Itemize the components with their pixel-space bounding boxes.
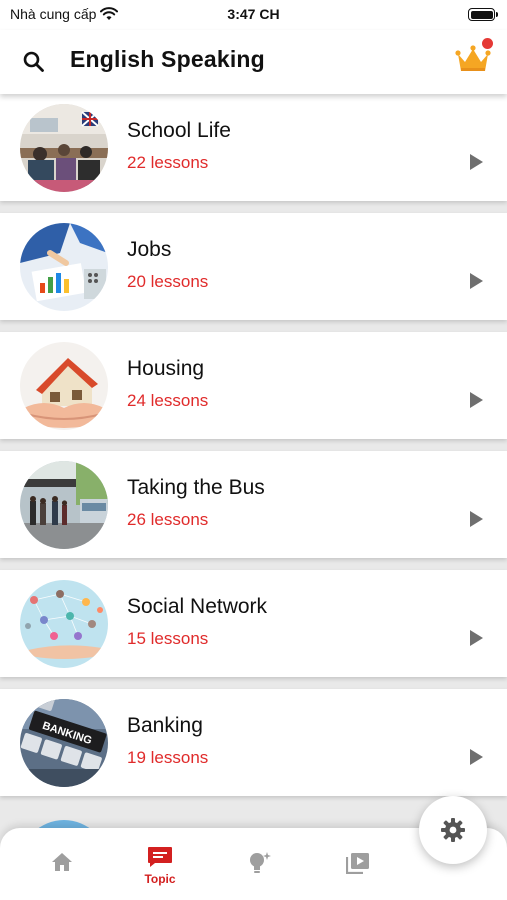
video-library-icon xyxy=(346,853,369,874)
nav-topic[interactable]: Topic xyxy=(130,846,190,886)
topic-title: Banking xyxy=(127,714,203,737)
business-charts-photo xyxy=(20,223,108,311)
house-in-hands-photo xyxy=(20,342,108,430)
status-bar: Nhà cung cấp 3:47 CH xyxy=(0,0,507,30)
page-title: English Speaking xyxy=(70,46,265,72)
banking-keyboard-photo: BANKING xyxy=(20,699,108,787)
topic-title: Social Network xyxy=(127,595,268,618)
social-network-photo xyxy=(20,580,108,668)
nav-videos[interactable] xyxy=(328,852,388,874)
topic-card-taking-the-bus[interactable]: Taking the Bus 26 lessons xyxy=(0,451,507,558)
topic-card-social-network[interactable]: Social Network 15 lessons xyxy=(0,570,507,677)
nav-topic-label: Topic xyxy=(144,872,176,886)
play-icon[interactable] xyxy=(470,273,483,289)
lightbulb-icon xyxy=(250,852,271,873)
lesson-count: 20 lessons xyxy=(127,272,209,291)
status-time: 3:47 CH xyxy=(227,6,280,22)
gear-icon xyxy=(441,818,465,842)
battery-icon xyxy=(468,8,498,21)
topic-list: School Life 22 lessons Jobs 20 lessons H… xyxy=(0,94,507,808)
topic-thumbnail xyxy=(20,580,108,668)
topic-card-jobs[interactable]: Jobs 20 lessons xyxy=(0,213,507,320)
home-icon xyxy=(52,853,72,871)
topic-title: Taking the Bus xyxy=(127,476,265,499)
notification-dot xyxy=(482,38,493,49)
nav-home[interactable] xyxy=(32,852,92,872)
lesson-count: 24 lessons xyxy=(127,391,209,410)
nav-ideas[interactable] xyxy=(229,850,289,876)
play-icon[interactable] xyxy=(470,630,483,646)
topic-card-school-life[interactable]: School Life 22 lessons xyxy=(0,94,507,201)
lesson-count: 15 lessons xyxy=(127,629,209,648)
topic-thumbnail xyxy=(20,461,108,549)
premium-button[interactable] xyxy=(455,38,493,76)
search-icon xyxy=(23,51,44,72)
settings-button[interactable] xyxy=(419,796,487,864)
play-icon[interactable] xyxy=(470,154,483,170)
topic-title: Housing xyxy=(127,357,205,380)
app-bar: English Speaking xyxy=(0,30,507,94)
topic-card-housing[interactable]: Housing 24 lessons xyxy=(0,332,507,439)
topic-icon xyxy=(148,847,172,867)
topic-title: Jobs xyxy=(127,238,172,261)
topic-thumbnail xyxy=(20,104,108,192)
play-icon[interactable] xyxy=(470,511,483,527)
topic-thumbnail: BANKING xyxy=(20,699,108,787)
lesson-count: 19 lessons xyxy=(127,748,209,767)
search-button[interactable] xyxy=(20,48,48,76)
play-icon[interactable] xyxy=(470,749,483,765)
lesson-count: 22 lessons xyxy=(127,153,209,172)
classroom-photo xyxy=(20,104,108,192)
topic-card-banking[interactable]: BANKING Banking 19 lessons xyxy=(0,689,507,796)
lesson-count: 26 lessons xyxy=(127,510,209,529)
bus-station-photo xyxy=(20,461,108,549)
topic-thumbnail xyxy=(20,342,108,430)
play-icon[interactable] xyxy=(470,392,483,408)
topic-thumbnail xyxy=(20,223,108,311)
topic-title: School Life xyxy=(127,119,231,142)
